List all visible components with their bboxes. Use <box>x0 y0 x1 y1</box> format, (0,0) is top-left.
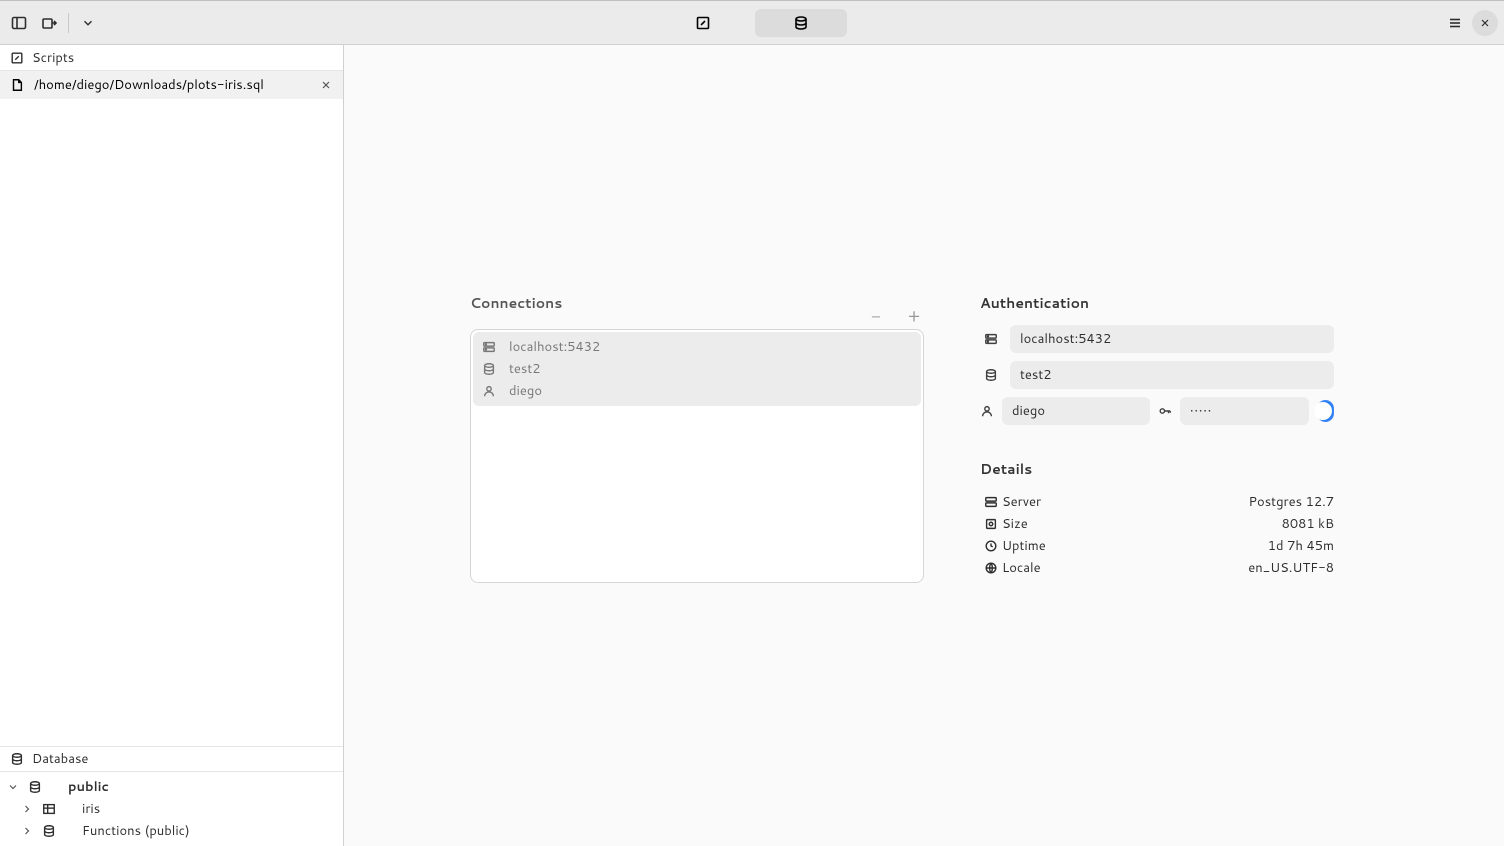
authentication-title: Authentication <box>980 293 1334 313</box>
authentication-panel: Authentication Details <box>980 293 1334 583</box>
globe-icon <box>984 561 998 575</box>
connection-user: diego <box>509 382 542 400</box>
database-section-header: Database <box>0 746 343 772</box>
view-editor-tab[interactable] <box>657 9 749 37</box>
locale-label: Locale <box>1002 559 1082 577</box>
functions-icon <box>42 824 56 838</box>
tree-schema-row[interactable]: public <box>0 776 343 798</box>
chevron-right-icon <box>21 825 33 837</box>
server-icon <box>984 495 998 509</box>
size-value: 8081 kB <box>1082 515 1334 533</box>
add-connection-button[interactable]: + <box>904 305 924 325</box>
app-menu-button[interactable] <box>1442 10 1468 36</box>
details-title: Details <box>980 459 1334 479</box>
database-icon <box>482 362 496 376</box>
key-icon <box>1158 404 1172 418</box>
connection-host: localhost:5432 <box>509 338 600 356</box>
hamburger-icon <box>1447 15 1463 31</box>
file-icon <box>10 78 24 92</box>
headerbar <box>0 0 1504 45</box>
tree-schema-label: public <box>68 778 343 796</box>
server-icon <box>984 332 998 346</box>
close-icon <box>1479 17 1491 29</box>
db-input[interactable] <box>1010 361 1334 389</box>
server-value: Postgres 12.7 <box>1082 493 1334 511</box>
scripts-section-header: Scripts <box>0 45 343 71</box>
connections-panel: Connections − + localhost:5432 test2 <box>470 293 924 583</box>
connection-card[interactable]: localhost:5432 test2 diego <box>473 332 921 406</box>
chevron-down-icon <box>81 16 95 30</box>
password-input[interactable] <box>1180 397 1309 425</box>
size-icon <box>984 517 998 531</box>
recent-files-button[interactable] <box>75 10 101 36</box>
close-icon <box>320 79 332 91</box>
host-input[interactable] <box>1010 325 1334 353</box>
schema-icon <box>28 780 42 794</box>
tree-functions-label: Functions (public) <box>82 822 343 840</box>
database-label: Database <box>32 750 88 768</box>
details-panel: Details Server Postgres 12.7 Size 8081 k… <box>980 459 1334 579</box>
main-area: Connections − + localhost:5432 test2 <box>344 45 1504 846</box>
close-window-button[interactable] <box>1472 10 1498 36</box>
user-icon <box>482 384 496 398</box>
server-icon <box>482 340 496 354</box>
clock-icon <box>984 539 998 553</box>
editor-icon <box>695 15 711 31</box>
save-password-toggle[interactable] <box>1317 400 1334 422</box>
server-label: Server <box>1002 493 1082 511</box>
chevron-right-icon <box>21 803 33 815</box>
panel-left-icon <box>11 15 27 31</box>
connection-db: test2 <box>509 360 541 378</box>
database-icon <box>793 15 809 31</box>
view-connections-tab[interactable] <box>755 9 847 37</box>
header-separator <box>68 13 69 33</box>
scripts-label: Scripts <box>32 49 74 67</box>
database-icon <box>984 368 998 382</box>
sidebar: Scripts /home/diego/Downloads/plots-iris… <box>0 45 344 846</box>
open-file-icon <box>41 15 57 31</box>
user-input[interactable] <box>1002 397 1150 425</box>
remove-connection-button[interactable]: − <box>866 305 886 325</box>
size-label: Size <box>1002 515 1082 533</box>
close-file-button[interactable] <box>317 76 335 94</box>
tree-table-row[interactable]: iris <box>0 798 343 820</box>
script-icon <box>10 51 24 65</box>
connections-list: localhost:5432 test2 diego <box>470 329 924 583</box>
tree-functions-row[interactable]: Functions (public) <box>0 820 343 842</box>
chevron-down-icon <box>7 781 19 793</box>
tree-table-label: iris <box>82 800 343 818</box>
locale-value: en_US.UTF-8 <box>1082 559 1334 577</box>
open-file-path: /home/diego/Downloads/plots-iris.sql <box>34 76 264 94</box>
sidebar-toggle-button[interactable] <box>6 10 32 36</box>
user-icon <box>980 404 994 418</box>
uptime-label: Uptime <box>1002 537 1082 555</box>
table-icon <box>42 802 56 816</box>
database-icon <box>10 752 24 766</box>
connections-title: Connections <box>470 293 848 313</box>
uptime-value: 1d 7h 45m <box>1082 537 1334 555</box>
open-file-tab[interactable]: /home/diego/Downloads/plots-iris.sql <box>0 71 343 99</box>
open-file-button[interactable] <box>36 10 62 36</box>
